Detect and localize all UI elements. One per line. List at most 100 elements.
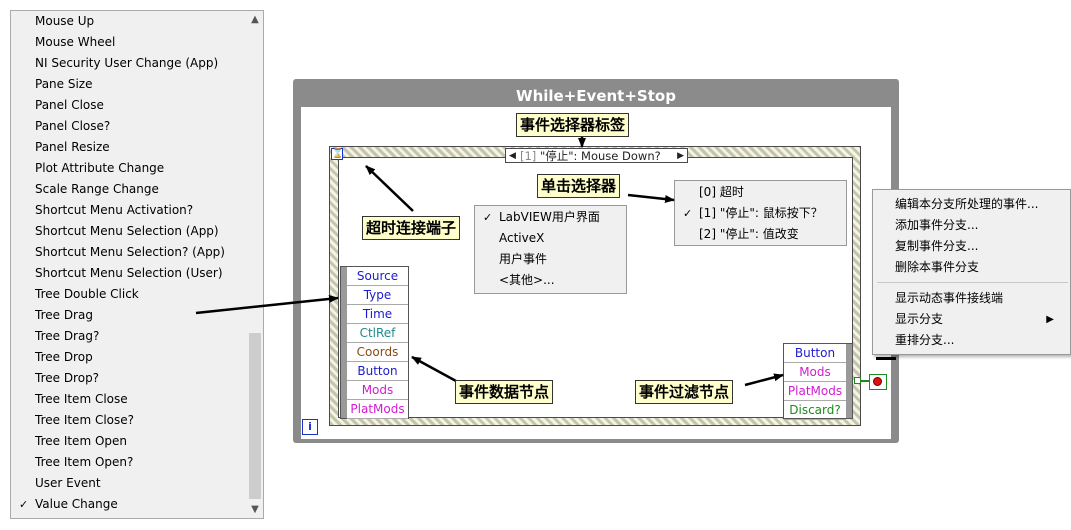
- event-data-node[interactable]: Source Type Time CtlRef Coords Button Mods Plat…: [340, 266, 409, 419]
- event-list-item-label: Shortcut Menu Activation?: [35, 203, 194, 217]
- event-list[interactable]: Mouse Up Mouse Wheel NI Security User Chan…: [10, 10, 264, 519]
- node-element-coords[interactable]: Coords: [347, 343, 408, 362]
- while-loop-title: While+Event+Stop: [516, 87, 676, 105]
- menu-item[interactable]: ActiveX: [475, 228, 626, 249]
- menu-item-label: [1] "停止": 鼠标按下？: [699, 206, 823, 220]
- event-list-item[interactable]: NI Security User Change (App): [11, 53, 246, 74]
- event-list-item[interactable]: Shortcut Menu Selection (App): [11, 221, 246, 242]
- menu-item-label: [0] 超时: [699, 185, 744, 199]
- context-menu-item[interactable]: 显示分支 ▶: [873, 309, 1070, 330]
- event-list-item-label: Shortcut Menu Selection (User): [35, 266, 223, 280]
- event-list-item[interactable]: ✓ Value Change: [11, 494, 246, 515]
- selector-decrement-icon[interactable]: ◀: [509, 149, 516, 164]
- event-list-item-label: Tree Item Close: [35, 392, 128, 406]
- node-element-button[interactable]: Button: [784, 344, 846, 363]
- event-list-item[interactable]: Panel Close: [11, 95, 246, 116]
- event-list-item[interactable]: Mouse Up: [11, 11, 246, 32]
- submenu-arrow-icon: ▶: [1046, 314, 1054, 325]
- event-list-item[interactable]: Panel Close?: [11, 116, 246, 137]
- event-filter-node-rows: Button Mods PlatMods Discard?: [784, 344, 846, 420]
- context-menu-item[interactable]: 添加事件分支...: [873, 215, 1070, 236]
- callout-event-data-node: 事件数据节点: [455, 380, 554, 404]
- menu-item-label: 用户事件: [499, 252, 548, 266]
- event-list-item[interactable]: Shortcut Menu Activation?: [11, 200, 246, 221]
- event-list-item[interactable]: Tree Item Open: [11, 431, 246, 452]
- menu-separator: [877, 282, 1068, 283]
- event-list-item[interactable]: Tree Item Close: [11, 389, 246, 410]
- menu-item[interactable]: ✓ LabVIEW用户界面: [475, 207, 626, 228]
- event-list-item[interactable]: Tree Item Open?: [11, 452, 246, 473]
- event-list-item-label: Panel Resize: [35, 140, 110, 154]
- selector-increment-icon[interactable]: ▶: [677, 149, 684, 164]
- event-list-item-label: Scale Range Change: [35, 182, 159, 196]
- event-list-item[interactable]: Tree Drag: [11, 305, 246, 326]
- menu-item-label: [2] "停止": 值改变: [699, 227, 799, 241]
- node-resize-bar[interactable]: [846, 344, 852, 418]
- list-scrollbar[interactable]: ▲ ▼: [247, 11, 263, 518]
- callout-event-selector-label: 事件选择器标签: [516, 113, 630, 137]
- node-element-discard[interactable]: Discard?: [784, 401, 846, 420]
- node-element-mods[interactable]: Mods: [347, 381, 408, 400]
- menu-item[interactable]: 用户事件: [475, 249, 626, 270]
- event-list-rows: Mouse Up Mouse Wheel NI Security User Chan…: [11, 11, 246, 515]
- event-list-item[interactable]: Scale Range Change: [11, 179, 246, 200]
- selector-case-name: "停止": Mouse Down?: [536, 149, 661, 163]
- scroll-thumb[interactable]: [249, 333, 261, 499]
- event-selector-label[interactable]: ◀ [1] "停止": Mouse Down? ▶: [505, 148, 688, 163]
- event-list-item[interactable]: Tree Double Click: [11, 284, 246, 305]
- node-element-ctlref[interactable]: CtlRef: [347, 324, 408, 343]
- boolean-tunnel: [854, 377, 861, 384]
- event-list-item[interactable]: Mouse Wheel: [11, 32, 246, 53]
- event-list-item-label: Mouse Up: [35, 14, 95, 28]
- context-menu[interactable]: 编辑本分支所处理的事件... 添加事件分支... 复制事件分支... 删除本事件分支显…: [872, 189, 1071, 355]
- callout-timeout-terminal: 超时连接端子: [362, 216, 461, 240]
- event-list-item[interactable]: User Event: [11, 473, 246, 494]
- event-list-item[interactable]: Plot Attribute Change: [11, 158, 246, 179]
- stop-terminal-icon[interactable]: [869, 374, 887, 390]
- event-list-item[interactable]: Shortcut Menu Selection? (App): [11, 242, 246, 263]
- node-element-platmods[interactable]: PlatMods: [784, 382, 846, 401]
- menu-item[interactable]: [0] 超时: [675, 182, 846, 203]
- event-list-item-label: Tree Item Open?: [35, 455, 134, 469]
- menu-item[interactable]: <其他>...: [475, 270, 626, 291]
- event-list-item[interactable]: Tree Item Close?: [11, 410, 246, 431]
- node-element-button[interactable]: Button: [347, 362, 408, 381]
- event-list-item-label: Panel Close?: [35, 119, 111, 133]
- context-menu-item[interactable]: 删除本事件分支: [873, 257, 1070, 278]
- scroll-up-icon[interactable]: ▲: [247, 11, 263, 28]
- selector-text: [1] "停止": Mouse Down?: [520, 149, 661, 164]
- context-menu-item[interactable]: 编辑本分支所处理的事件...: [873, 194, 1070, 215]
- event-list-item-label: Tree Drop?: [35, 371, 100, 385]
- menu-item[interactable]: ✓ [1] "停止": 鼠标按下？: [675, 203, 846, 224]
- event-case-menu[interactable]: [0] 超时 ✓ [1] "停止": 鼠标按下？ [2] "停止": 值改变: [674, 180, 847, 246]
- node-element-time[interactable]: Time: [347, 305, 408, 324]
- event-source-menu[interactable]: ✓ LabVIEW用户界面 ActiveX 用户事件 <其他>...: [474, 205, 627, 294]
- node-element-source[interactable]: Source: [347, 267, 408, 286]
- event-list-item[interactable]: Pane Size: [11, 74, 246, 95]
- timeout-terminal-icon[interactable]: ⌛: [331, 148, 343, 160]
- context-menu-item-label: 显示动态事件接线端: [895, 291, 1004, 305]
- scroll-down-icon[interactable]: ▼: [247, 501, 263, 518]
- node-element-platmods[interactable]: PlatMods: [347, 400, 408, 419]
- boolean-wire: [861, 380, 869, 382]
- context-menu-item[interactable]: 复制事件分支...: [873, 236, 1070, 257]
- menu-item-label: <其他>...: [499, 273, 555, 287]
- event-list-item[interactable]: Tree Drop: [11, 347, 246, 368]
- check-icon: ✓: [683, 207, 693, 220]
- node-element-mods[interactable]: Mods: [784, 363, 846, 382]
- event-list-item[interactable]: Tree Drop?: [11, 368, 246, 389]
- event-list-item-label: User Event: [35, 476, 101, 490]
- menu-item-label: LabVIEW用户界面: [499, 210, 600, 224]
- event-list-item-label: Tree Drag?: [35, 329, 100, 343]
- menu-item-label: ActiveX: [499, 231, 545, 245]
- context-menu-item-label: 重排分支...: [895, 333, 955, 347]
- event-list-item[interactable]: Panel Resize: [11, 137, 246, 158]
- node-element-type[interactable]: Type: [347, 286, 408, 305]
- menu-item[interactable]: [2] "停止": 值改变: [675, 224, 846, 245]
- event-filter-node[interactable]: Button Mods PlatMods Discard?: [783, 343, 853, 420]
- context-menu-item[interactable]: 显示动态事件接线端: [873, 288, 1070, 309]
- event-list-item[interactable]: Shortcut Menu Selection (User): [11, 263, 246, 284]
- event-list-item[interactable]: Tree Drag?: [11, 326, 246, 347]
- context-menu-item[interactable]: 重排分支...: [873, 330, 1070, 351]
- event-list-item-label: Tree Double Click: [35, 287, 139, 301]
